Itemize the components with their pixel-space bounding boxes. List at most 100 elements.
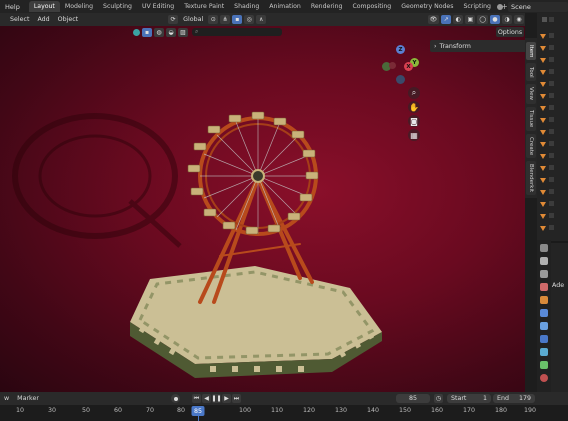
- scene-props-icon[interactable]: [540, 283, 548, 291]
- constraints-props-icon[interactable]: [540, 348, 548, 356]
- snap-icon[interactable]: ⋔: [220, 15, 231, 24]
- tab-item[interactable]: Item: [526, 42, 536, 60]
- outliner-row[interactable]: [537, 187, 568, 197]
- material-shading-icon[interactable]: ◑: [502, 15, 512, 24]
- record-button[interactable]: [171, 394, 180, 403]
- pivot-icon[interactable]: ⊙: [208, 15, 219, 24]
- scene-name-field[interactable]: Scene: [508, 1, 568, 12]
- orientation-dropdown[interactable]: Global: [179, 16, 207, 23]
- add-menu[interactable]: Add: [33, 16, 53, 23]
- tab-rendering[interactable]: Rendering: [306, 1, 348, 12]
- grid-perspective-icon[interactable]: ▦: [408, 129, 420, 141]
- pause-icon[interactable]: ❚❚: [211, 394, 222, 403]
- next-keyframe-icon[interactable]: ▶: [222, 394, 231, 403]
- outliner-row[interactable]: [537, 223, 568, 233]
- outliner-row[interactable]: [537, 15, 568, 25]
- snap-toggle-icon[interactable]: ▪: [232, 15, 243, 24]
- marker-menu[interactable]: Marker: [13, 395, 43, 402]
- outliner-row[interactable]: [537, 55, 568, 65]
- gizmo-z-axis[interactable]: Z: [396, 45, 405, 54]
- jump-end-icon[interactable]: ⏭: [232, 394, 241, 403]
- object-menu[interactable]: Object: [54, 16, 83, 23]
- material-props-icon[interactable]: [540, 374, 548, 382]
- ruler-tick: 150: [398, 407, 412, 414]
- particles-props-icon[interactable]: [540, 322, 548, 330]
- outliner-row[interactable]: [537, 67, 568, 77]
- outliner-row[interactable]: [537, 151, 568, 161]
- end-frame-field[interactable]: End 179: [493, 394, 535, 403]
- options-dropdown[interactable]: Options: [496, 27, 524, 37]
- tab-sculpting[interactable]: Sculpting: [98, 1, 137, 12]
- transform-panel-header[interactable]: › Transform: [430, 40, 525, 52]
- rendered-shading-icon[interactable]: ◉: [514, 15, 524, 24]
- tab-compositing[interactable]: Compositing: [347, 1, 396, 12]
- tab-geometry-nodes[interactable]: Geometry Nodes: [396, 1, 458, 12]
- object-color-icon[interactable]: [133, 28, 140, 36]
- gizmo-neg-z-axis[interactable]: [396, 75, 405, 84]
- sphere-filter-icon[interactable]: ◍: [154, 27, 164, 37]
- prev-keyframe-icon[interactable]: ◀: [202, 394, 211, 403]
- timeline-ruler[interactable]: 10 30 50 70 80 85 100 110 120 130 140 15…: [0, 405, 568, 421]
- current-frame-indicator[interactable]: 85: [191, 406, 205, 416]
- proportional-edit-icon[interactable]: ◎: [244, 15, 255, 24]
- view-menu[interactable]: w: [0, 395, 13, 402]
- tab-scripting[interactable]: Scripting: [458, 1, 496, 12]
- start-frame-field[interactable]: Start 1: [447, 394, 491, 403]
- outliner-row[interactable]: [537, 31, 568, 41]
- tab-view[interactable]: View: [526, 84, 536, 104]
- tool-props-icon[interactable]: [540, 244, 548, 252]
- gizmo-toggle-icon[interactable]: ↗: [441, 15, 452, 24]
- tab-create[interactable]: Create: [526, 134, 536, 158]
- tab-modeling[interactable]: Modeling: [60, 1, 98, 12]
- transform-orientation-icon[interactable]: ⟳: [168, 15, 179, 24]
- editor-type-icon[interactable]: [1, 15, 5, 24]
- current-frame-field[interactable]: 85: [396, 394, 430, 403]
- clock-icon[interactable]: ◷: [434, 394, 443, 403]
- outliner-row[interactable]: [537, 175, 568, 185]
- viewport-search-input[interactable]: ⌕: [192, 28, 282, 36]
- tab-uv-editing[interactable]: UV Editing: [137, 1, 179, 12]
- object-props-icon[interactable]: [540, 296, 548, 304]
- data-props-icon[interactable]: [540, 361, 548, 369]
- wireframe-shading-icon[interactable]: ◯: [477, 15, 488, 24]
- gizmo-neg-x-axis[interactable]: [389, 62, 396, 69]
- filter-icon[interactable]: ▪: [142, 27, 152, 37]
- overlay-icon[interactable]: ◐: [453, 15, 464, 24]
- outliner-row[interactable]: [537, 139, 568, 149]
- tab-blenderkit[interactable]: Blenderkit: [526, 161, 536, 195]
- outliner-row[interactable]: [537, 211, 568, 221]
- help-menu[interactable]: Help: [0, 3, 25, 11]
- 3d-viewport[interactable]: Z Y X ⌕ ✋ ◙ ▦: [0, 26, 525, 392]
- outliner-row[interactable]: [537, 115, 568, 125]
- start-value: 1: [482, 395, 487, 402]
- tab-tool[interactable]: Tool: [526, 63, 536, 81]
- xray-icon[interactable]: ▣: [465, 15, 476, 24]
- tab-tissue[interactable]: Tissue: [526, 107, 536, 131]
- visibility-icon[interactable]: 👁: [427, 15, 440, 24]
- texture-filter-icon[interactable]: ▨: [178, 27, 188, 37]
- pan-hand-icon[interactable]: ✋: [408, 101, 420, 113]
- jump-start-icon[interactable]: ⏮: [192, 394, 201, 403]
- tab-layout[interactable]: Layout: [28, 1, 60, 12]
- outliner-row[interactable]: [537, 43, 568, 53]
- gizmo-x-axis[interactable]: X: [404, 62, 413, 71]
- falloff-icon[interactable]: ∧: [256, 15, 267, 24]
- outliner-row[interactable]: [537, 79, 568, 89]
- outliner-row[interactable]: [537, 103, 568, 113]
- render-props-icon[interactable]: [540, 257, 548, 265]
- select-menu[interactable]: Select: [6, 16, 33, 23]
- outliner-row[interactable]: [537, 91, 568, 101]
- outliner-row[interactable]: [537, 127, 568, 137]
- camera-view-icon[interactable]: ◙: [408, 115, 420, 127]
- output-props-icon[interactable]: [540, 270, 548, 278]
- tab-texture-paint[interactable]: Texture Paint: [179, 1, 229, 12]
- outliner-row[interactable]: [537, 163, 568, 173]
- modifier-props-icon[interactable]: [540, 309, 548, 317]
- zoom-icon[interactable]: ⌕: [408, 87, 420, 99]
- solid-shading-icon[interactable]: ●: [490, 15, 500, 24]
- tab-animation[interactable]: Animation: [264, 1, 306, 12]
- physics-props-icon[interactable]: [540, 335, 548, 343]
- material-filter-icon[interactable]: ◒: [166, 27, 176, 37]
- tab-shading[interactable]: Shading: [229, 1, 264, 12]
- outliner-row[interactable]: [537, 199, 568, 209]
